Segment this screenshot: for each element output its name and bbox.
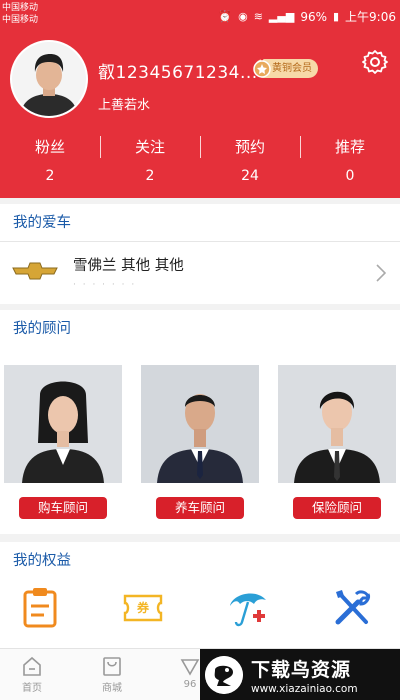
advisor-photo xyxy=(278,365,396,483)
stat-value: 2 xyxy=(45,168,55,184)
maintenance-advisor-button[interactable]: 养车顾问 xyxy=(156,497,244,519)
settings-gear-icon[interactable] xyxy=(362,49,388,75)
member-badge-label: 黄铜会员 xyxy=(272,63,312,74)
advisor-woman-icon xyxy=(4,365,122,483)
clock: 上午9:06 xyxy=(345,10,396,24)
wifi-icon: ≋ xyxy=(253,10,263,23)
stat-value: 0 xyxy=(345,168,355,184)
insurance-advisor-button[interactable]: 保险顾问 xyxy=(293,497,381,519)
username[interactable]: 叡12345671234... xyxy=(98,58,258,83)
rights-icons: 券 xyxy=(0,586,400,642)
stat-recommend[interactable]: 推荐 0 xyxy=(300,134,400,184)
tab-label: 96 xyxy=(183,679,197,690)
my-rights-section: 我的权益 券 xyxy=(0,542,400,652)
advisor-card-insurance[interactable]: 保险顾问 xyxy=(278,365,396,519)
stat-label: 推荐 xyxy=(334,138,365,156)
tools-icon[interactable] xyxy=(330,586,374,630)
purchase-advisor-button[interactable]: 购车顾问 xyxy=(19,497,107,519)
alarm-icon: ⏰ xyxy=(218,10,233,23)
tab-label: 商城 xyxy=(102,683,122,694)
car-row[interactable]: 雪佛兰 其他 其他 · · · · · · · xyxy=(0,242,400,304)
advisor-card-purchase[interactable]: 购车顾问 xyxy=(4,365,122,519)
stat-label: 预约 xyxy=(234,138,265,156)
advisor-card-maintenance[interactable]: 养车顾问 xyxy=(141,365,259,519)
my-car-section: 我的爱车 雪佛兰 其他 其他 · · · · · · · xyxy=(0,204,400,304)
tab-label: 首页 xyxy=(22,683,42,694)
medal-icon xyxy=(253,55,271,78)
stat-following[interactable]: 关注 2 xyxy=(100,134,200,184)
my-car-title: 我的爱车 xyxy=(0,204,400,242)
nickname: 上善若水 xyxy=(98,98,151,113)
watermark-logo-icon xyxy=(205,655,243,694)
avatar[interactable] xyxy=(10,40,88,118)
my-advisors-section: 我的顾问 购车顾问 养车顾问 保险顾问 xyxy=(0,310,400,534)
advisor-photo xyxy=(141,365,259,483)
carrier-labels: 中国移动 中国移动 xyxy=(2,2,38,26)
advisor-man-icon xyxy=(278,365,396,483)
watermark-title: 下载鸟资源 xyxy=(251,658,352,681)
stat-fans[interactable]: 粉丝 2 xyxy=(0,134,100,184)
home-icon xyxy=(23,656,41,676)
coupon-icon[interactable]: 券 xyxy=(121,586,165,630)
advisor-man-icon xyxy=(141,365,259,483)
tab-partial-icon xyxy=(180,659,200,676)
clipboard-icon[interactable] xyxy=(18,586,62,630)
status-bar: 中国移动 中国移动 ⏰ ◉ ≋ ▂▄▆ 96% ▮ 上午9:06 xyxy=(0,2,400,28)
chevrolet-logo-icon xyxy=(12,262,58,280)
stat-value: 24 xyxy=(241,168,259,184)
tab-mall[interactable]: 商城 xyxy=(87,655,137,694)
stats-row: 粉丝 2 关注 2 预约 24 推荐 0 xyxy=(0,134,400,184)
battery-percent: 96% xyxy=(300,9,327,24)
status-indicators: ⏰ ◉ ≋ ▂▄▆ 96% ▮ 上午9:06 xyxy=(218,8,396,25)
watermark-url: www.xiazainiao.com xyxy=(251,682,358,695)
shopping-bag-icon xyxy=(103,657,121,676)
signal-icon: ▂▄▆ xyxy=(268,10,295,23)
car-name: 雪佛兰 其他 其他 xyxy=(73,258,184,274)
chevron-right-icon xyxy=(376,264,386,282)
car-subtext: · · · · · · · xyxy=(73,280,137,290)
member-badge: 黄铜会员 xyxy=(253,55,318,78)
advisor-photo xyxy=(4,365,122,483)
profile-header: 中国移动 中国移动 ⏰ ◉ ≋ ▂▄▆ 96% ▮ 上午9:06 叡123456… xyxy=(0,0,400,198)
coupon-label: 券 xyxy=(136,601,149,615)
umbrella-insurance-icon[interactable] xyxy=(226,586,270,630)
avatar-person-icon xyxy=(12,42,86,116)
carrier-2: 中国移动 xyxy=(2,15,39,25)
my-rights-title: 我的权益 xyxy=(13,553,71,569)
watermark-text: 下载鸟资源 www.xiazainiao.com xyxy=(251,655,358,695)
stat-appointments[interactable]: 预约 24 xyxy=(200,134,300,184)
battery-icon: ▮ xyxy=(332,10,340,23)
eye-icon: ◉ xyxy=(238,10,248,23)
my-advisors-title: 我的顾问 xyxy=(13,321,71,337)
stat-label: 粉丝 xyxy=(34,138,65,156)
carrier-1: 中国移动 xyxy=(2,3,39,13)
stat-value: 2 xyxy=(145,168,155,184)
watermark-banner: 下载鸟资源 www.xiazainiao.com xyxy=(200,649,400,700)
tab-home[interactable]: 首页 xyxy=(7,655,57,694)
stat-label: 关注 xyxy=(134,138,165,156)
